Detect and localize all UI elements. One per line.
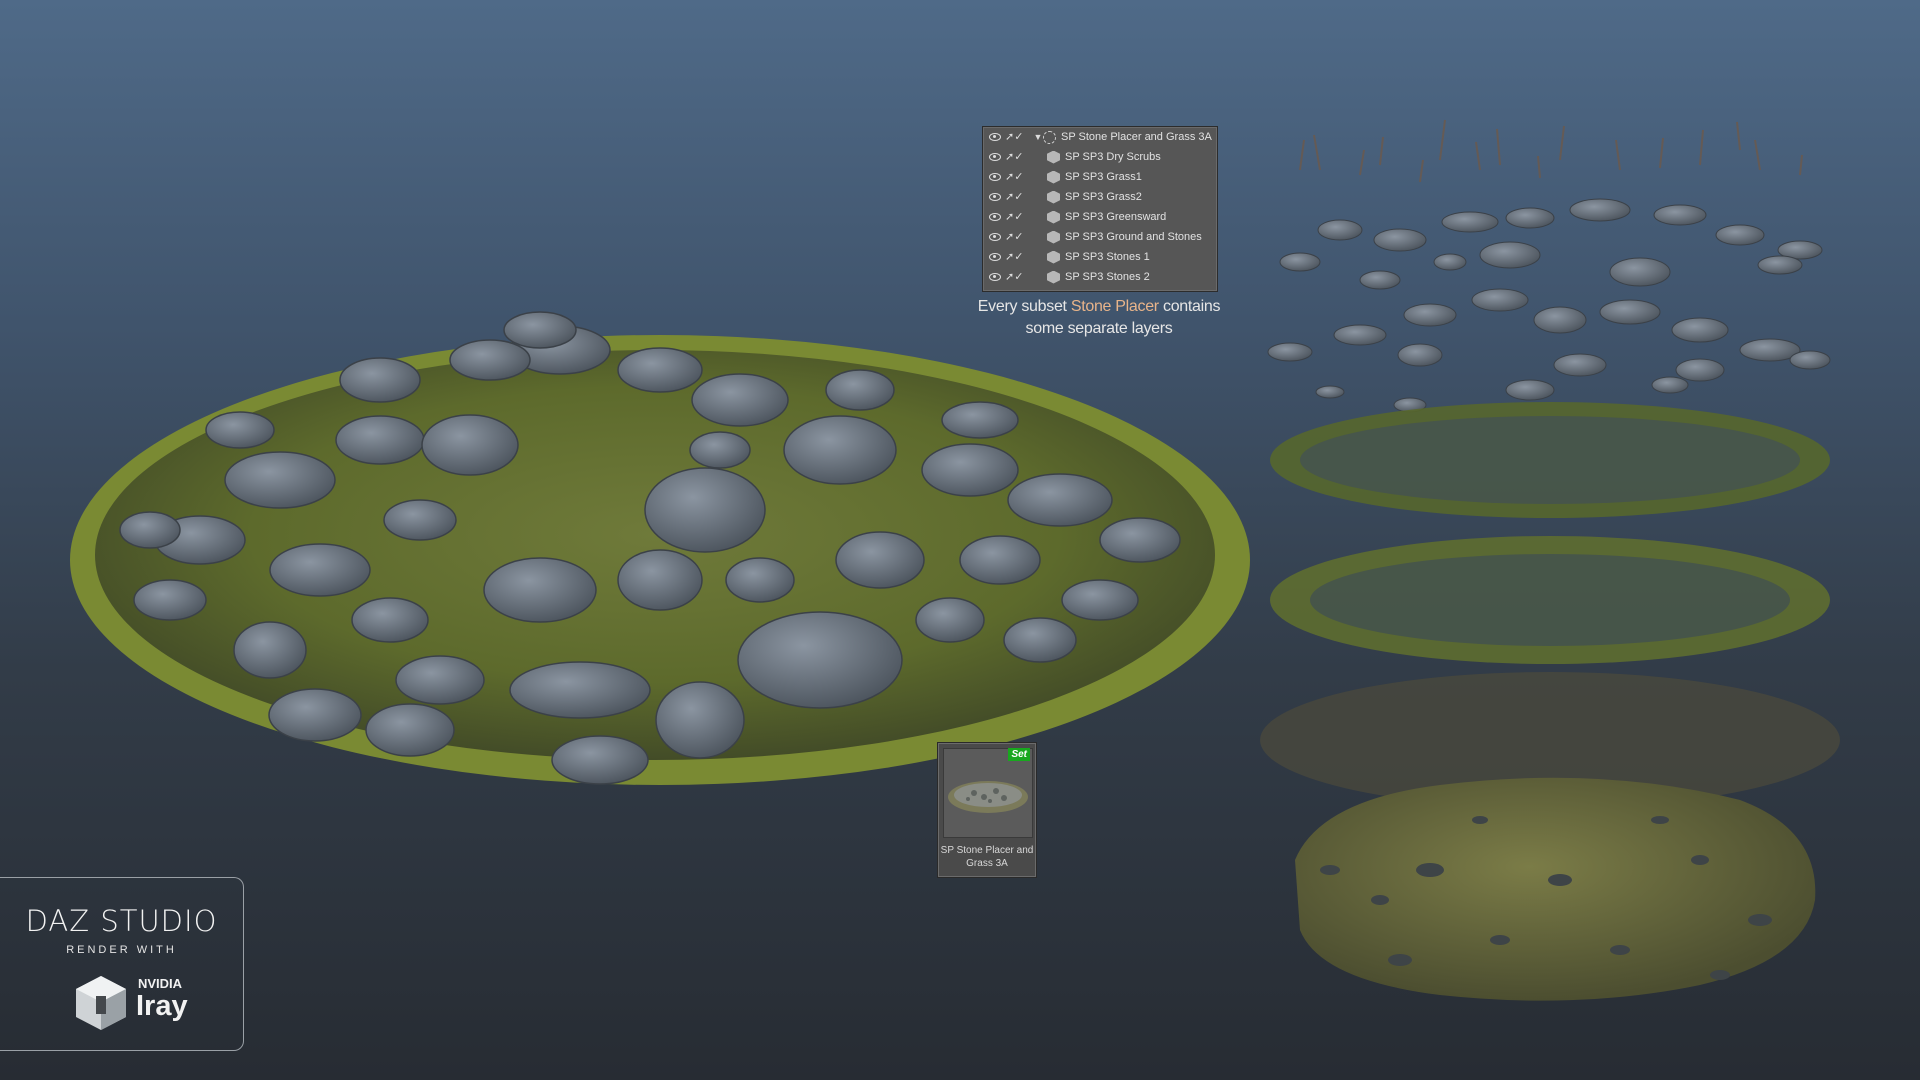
scene-tree-item-label: SP SP3 Stones 2 bbox=[1065, 271, 1150, 283]
stones-layers-render bbox=[1267, 198, 1831, 413]
pointer-icon[interactable]: ➚✓ bbox=[1005, 232, 1023, 243]
product-card[interactable]: Set SP Stone Placer and Grass 3A bbox=[937, 742, 1037, 878]
expand-arrow-icon[interactable]: ▼ bbox=[1033, 132, 1043, 142]
layers-caption: Every subset Stone Placer contains some … bbox=[962, 296, 1236, 340]
dry-scrubs-layer-render bbox=[1299, 119, 1803, 183]
daz-iray-logo: DAZ STUDIO RENDER WITH NVIDIA Iray bbox=[0, 877, 244, 1051]
scene-tree-root-label: SP Stone Placer and Grass 3A bbox=[1061, 131, 1212, 143]
scene-tree-item-label: SP SP3 Stones 1 bbox=[1065, 251, 1150, 263]
vendor-name: NVIDIA bbox=[138, 976, 183, 991]
product-thumbnail bbox=[943, 748, 1033, 838]
caption-text: contains bbox=[1158, 298, 1221, 315]
cube-icon bbox=[1047, 190, 1060, 204]
eye-icon[interactable] bbox=[989, 233, 1001, 241]
scene-tree-item-label: SP SP3 Grass2 bbox=[1065, 191, 1142, 203]
cube-icon bbox=[1047, 150, 1060, 164]
eye-icon[interactable] bbox=[989, 153, 1001, 161]
cube-icon bbox=[1047, 250, 1060, 264]
scene-tree-item-label: SP SP3 Dry Scrubs bbox=[1065, 151, 1161, 163]
cube-icon bbox=[1047, 270, 1060, 284]
brand-name: DAZ STUDIO bbox=[25, 904, 218, 938]
scene-tree-panel: ➚✓ ▼ SP Stone Placer and Grass 3A ➚✓ SP … bbox=[982, 126, 1218, 292]
scene-tree-item[interactable]: ➚✓ SP SP3 Ground and Stones bbox=[983, 227, 1217, 247]
scene-tree-item[interactable]: ➚✓ SP SP3 Dry Scrubs bbox=[983, 147, 1217, 167]
cube-icon bbox=[1047, 230, 1060, 244]
scene-tree-item-label: SP SP3 Greensward bbox=[1065, 211, 1167, 223]
render-scene bbox=[70, 119, 1840, 1001]
grass-layers-render bbox=[1260, 402, 1840, 808]
iray-cube-icon bbox=[76, 976, 126, 1030]
product-name: SP Stone Placer and Grass 3A bbox=[940, 845, 1034, 869]
stone-grass-disc-render bbox=[70, 311, 1250, 785]
cube-icon bbox=[1047, 210, 1060, 224]
cube-icon bbox=[1047, 170, 1060, 184]
scene-tree-item[interactable]: ➚✓ SP SP3 Greensward bbox=[983, 207, 1217, 227]
eye-icon[interactable] bbox=[989, 273, 1001, 281]
group-icon bbox=[1043, 130, 1056, 144]
eye-icon[interactable] bbox=[989, 133, 1001, 141]
scene-tree-item-label: SP SP3 Ground and Stones bbox=[1065, 231, 1202, 243]
scene-tree-item-label: SP SP3 Grass1 bbox=[1065, 171, 1142, 183]
pointer-icon[interactable]: ➚✓ bbox=[1005, 212, 1023, 223]
caption-line-2: some separate layers bbox=[1025, 320, 1173, 337]
pointer-icon[interactable]: ➚✓ bbox=[1005, 132, 1023, 143]
scene-tree-item[interactable]: ➚✓ SP SP3 Stones 1 bbox=[983, 247, 1217, 267]
pointer-icon[interactable]: ➚✓ bbox=[1005, 172, 1023, 183]
pointer-icon[interactable]: ➚✓ bbox=[1005, 152, 1023, 163]
eye-icon[interactable] bbox=[989, 253, 1001, 261]
pointer-icon[interactable]: ➚✓ bbox=[1005, 272, 1023, 283]
brand-subtitle: RENDER WITH bbox=[66, 944, 177, 956]
eye-icon[interactable] bbox=[989, 173, 1001, 181]
caption-highlight: Stone Placer bbox=[1070, 298, 1159, 315]
scene-tree-root-row[interactable]: ➚✓ ▼ SP Stone Placer and Grass 3A bbox=[983, 127, 1217, 147]
ground-base-render bbox=[1295, 777, 1816, 1001]
eye-icon[interactable] bbox=[989, 213, 1001, 221]
product-brand: Iray bbox=[136, 990, 188, 1022]
caption-text: Every subset bbox=[977, 298, 1071, 315]
scene-tree-item[interactable]: ➚✓ SP SP3 Grass1 bbox=[983, 167, 1217, 187]
pointer-icon[interactable]: ➚✓ bbox=[1005, 192, 1023, 203]
scene-tree-item[interactable]: ➚✓ SP SP3 Grass2 bbox=[983, 187, 1217, 207]
pointer-icon[interactable]: ➚✓ bbox=[1005, 252, 1023, 263]
scene-tree-item[interactable]: ➚✓ SP SP3 Stones 2 bbox=[983, 267, 1217, 287]
eye-icon[interactable] bbox=[989, 193, 1001, 201]
set-badge: Set bbox=[1008, 748, 1030, 761]
